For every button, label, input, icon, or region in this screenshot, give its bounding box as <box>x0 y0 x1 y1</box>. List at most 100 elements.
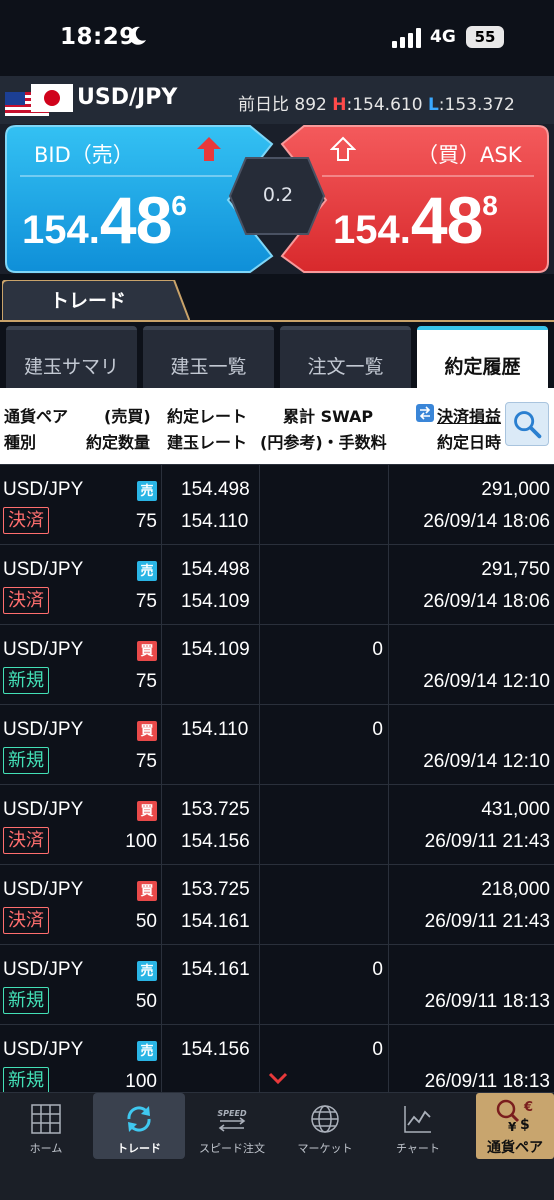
tab-execution-history[interactable]: 約定履歴 <box>417 326 548 388</box>
row-quantity: 50 <box>135 911 157 932</box>
tab-trade-label: トレード <box>50 290 127 312</box>
col-side: (売買) <box>104 407 151 426</box>
row-exec-rate: 154.110 <box>181 719 249 740</box>
trade-refresh-icon <box>127 1106 151 1132</box>
ask-label: （買）ASK <box>417 143 522 167</box>
chart-icon <box>404 1106 431 1133</box>
home-grid-icon <box>31 1104 61 1134</box>
type-badge: 決済 <box>3 507 49 534</box>
swap-toggle-icon[interactable] <box>416 404 434 422</box>
network-type: 4G <box>430 27 456 47</box>
row-exec-rate: 154.161 <box>181 959 250 980</box>
row-exec-rate: 154.498 <box>181 559 250 580</box>
tab-position-list[interactable]: 建玉一覧 <box>143 326 274 388</box>
tab-position-summary[interactable]: 建玉サマリ <box>6 326 137 388</box>
nav-home[interactable]: ホーム <box>0 1093 92 1159</box>
row-datetime: 26/09/14 12:10 <box>423 751 550 772</box>
nav-market[interactable]: マーケット <box>279 1093 371 1159</box>
row-open-rate: 154.110 <box>181 511 249 532</box>
row-open-rate: 154.109 <box>181 591 250 612</box>
row-quantity: 75 <box>135 671 157 692</box>
svg-text:$: $ <box>520 1117 530 1133</box>
row-open-rate: 154.161 <box>181 911 250 932</box>
side-badge: 売 <box>137 561 157 581</box>
change-value: 892 <box>294 95 327 115</box>
high-label: H <box>332 95 347 115</box>
trade-tabbar: トレード <box>0 274 554 322</box>
type-badge: 決済 <box>3 907 49 934</box>
row-datetime: 26/09/11 21:43 <box>424 831 550 852</box>
execution-list[interactable]: USD/JPY 売決済 75 154.498 154.110 291,000 26/09/1… <box>0 464 554 1092</box>
table-row[interactable]: USD/JPY 買決済 100 153.725 154.156 431,000 26/09/… <box>0 784 554 864</box>
ask-price[interactable]: 154.488 <box>333 182 498 258</box>
row-pair: USD/JPY <box>3 1039 84 1060</box>
nav-trade[interactable]: トレード <box>93 1093 185 1159</box>
table-row[interactable]: USD/JPY 売決済 75 154.498 154.109 291,750 26/09/1… <box>0 544 554 624</box>
usd-jpy-flags-icon <box>5 84 73 116</box>
chevron-down-icon[interactable] <box>268 1072 288 1084</box>
side-badge: 買 <box>137 801 157 821</box>
col-rate: 約定レート <box>167 407 248 426</box>
row-pair: USD/JPY <box>3 879 84 900</box>
table-row[interactable]: USD/JPY 買新規 75 154.109 0 26/09/14 12:10 <box>0 624 554 704</box>
row-pair: USD/JPY <box>3 959 84 980</box>
row-pnl: 431,000 <box>481 799 550 820</box>
side-badge: 売 <box>137 481 157 501</box>
type-badge: 新規 <box>3 1067 49 1092</box>
col-pair: 通貨ペア <box>4 407 69 426</box>
row-datetime: 26/09/11 21:43 <box>424 911 550 932</box>
speed-order-icon: SPEED <box>217 1109 247 1132</box>
col-datetime: 約定日時 <box>437 433 502 452</box>
svg-text:¥: ¥ <box>508 1120 517 1134</box>
spread-value: 0.2 <box>262 184 294 206</box>
status-time: 18:29 <box>60 24 136 50</box>
row-swap: 0 <box>372 639 383 660</box>
row-datetime: 26/09/11 18:13 <box>424 1071 550 1092</box>
side-badge: 売 <box>137 961 157 981</box>
high-value: :154.610 <box>346 95 423 115</box>
search-button[interactable] <box>505 402 549 446</box>
nav-currency-pair[interactable]: € ¥ $ 通貨ペア <box>476 1093 554 1159</box>
col-pnl[interactable]: 決済損益 <box>437 403 501 427</box>
low-label: L <box>427 95 439 115</box>
up-arrow-icon <box>197 137 221 161</box>
bid-label: BID（売） <box>34 143 134 167</box>
tab-order-list[interactable]: 注文一覧 <box>280 326 411 388</box>
table-row[interactable]: USD/JPY 売決済 75 154.498 154.110 291,000 26/09/1… <box>0 464 554 544</box>
moon-icon <box>129 26 146 45</box>
column-header: 通貨ペア (売買) 種別 約定数量 約定レート 建玉レート 累計 SWAP (円… <box>0 388 554 464</box>
table-row[interactable]: USD/JPY 売新規 50 154.161 0 26/09/11 18:13 <box>0 944 554 1024</box>
pair-title: USD/JPY <box>77 85 178 110</box>
row-quantity: 75 <box>135 591 157 612</box>
home-indicator-area <box>0 1159 554 1200</box>
row-pair: USD/JPY <box>3 719 84 740</box>
row-quantity: 75 <box>135 511 157 532</box>
nav-speed-order[interactable]: SPEED スピード注文 <box>186 1093 278 1159</box>
nav-chart[interactable]: チャート <box>372 1093 464 1159</box>
row-exec-rate: 153.725 <box>181 879 250 900</box>
row-pair: USD/JPY <box>3 479 84 500</box>
side-badge: 買 <box>137 881 157 901</box>
row-open-rate: 154.156 <box>181 831 250 852</box>
low-value: :153.372 <box>438 95 515 115</box>
pair-header[interactable]: USD/JPY 前日比 892 H:154.610 L:153.372 <box>0 76 554 124</box>
row-exec-rate: 153.725 <box>181 799 250 820</box>
row-pnl: 218,000 <box>481 879 550 900</box>
side-badge: 買 <box>137 641 157 661</box>
row-quantity: 100 <box>125 1071 157 1092</box>
table-row[interactable]: USD/JPY 買新規 75 154.110 0 26/09/14 12:10 <box>0 704 554 784</box>
col-open-rate: 建玉レート <box>167 433 248 452</box>
svg-text:€: € <box>523 1100 533 1115</box>
type-badge: 決済 <box>3 827 49 854</box>
status-bar: 18:29 4G 55 <box>0 0 554 76</box>
col-qty: 約定数量 <box>86 433 151 452</box>
bid-price[interactable]: 154.486 <box>22 182 187 258</box>
row-datetime: 26/09/14 18:06 <box>423 511 550 532</box>
type-badge: 新規 <box>3 747 49 774</box>
row-pnl: 291,750 <box>481 559 550 580</box>
row-swap: 0 <box>372 1039 383 1060</box>
col-fee: (円参考)・手数料 <box>260 433 387 452</box>
battery-icon: 55 <box>466 26 504 48</box>
row-datetime: 26/09/11 18:13 <box>424 991 550 1012</box>
table-row[interactable]: USD/JPY 買決済 50 153.725 154.161 218,000 26/09/1… <box>0 864 554 944</box>
